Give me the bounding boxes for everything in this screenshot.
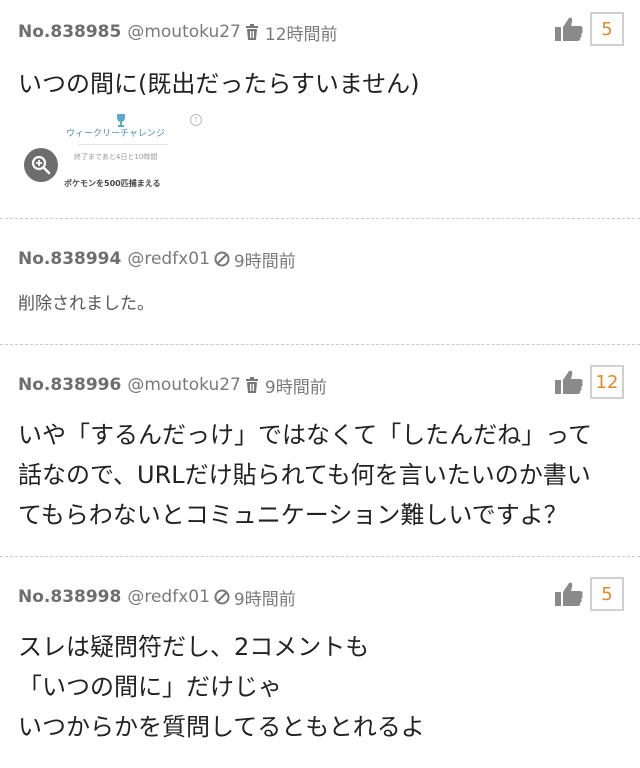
- like-control[interactable]: 5: [554, 12, 624, 46]
- text-line: スレは疑問符だし、2コメントも: [18, 633, 370, 661]
- post-number[interactable]: No.838998: [18, 587, 121, 607]
- image-divider: [78, 144, 168, 145]
- text-line: 話なので、URLだけ貼られても何を言いたいのか書い: [18, 461, 591, 489]
- post-number[interactable]: No.838985: [18, 22, 121, 42]
- thumbs-up-icon[interactable]: [554, 367, 584, 397]
- image-subtitle: 終了まであと4日と10時間: [74, 153, 158, 161]
- post-text: スレは疑問符だし、2コメントも 「いつの間に」だけじゃ いつからかを質問してると…: [18, 627, 622, 747]
- post-meta: No.838996 @moutoku27 9時間前: [18, 371, 622, 399]
- comment-post: No.838985 @moutoku27 12時間前 5 いつの間に(既出だった…: [0, 0, 640, 219]
- no-entry-icon: [214, 251, 230, 267]
- post-user-id[interactable]: @redfx01: [127, 249, 210, 269]
- text-line: いや「するんだっけ」ではなくて「したんだね」って: [18, 421, 593, 449]
- post-user-id[interactable]: @moutoku27: [127, 375, 241, 395]
- post-time: 12時間前: [264, 24, 338, 45]
- like-count[interactable]: 12: [590, 365, 624, 399]
- image-title: ウィークリーチャレンジ: [66, 129, 165, 139]
- comment-post: No.838994 @redfx01 9時間前 削除されました。: [0, 219, 640, 345]
- post-text: いつの間に(既出だったらすいません): [18, 70, 420, 98]
- post-meta: No.838985 @moutoku27 12時間前: [18, 18, 622, 46]
- post-time: 9時間前: [264, 377, 327, 398]
- trash-icon: [245, 377, 261, 393]
- attached-image[interactable]: ? ウィークリーチャレンジ 終了まであと4日と10時間 ポケモンを500匹捕まえ…: [24, 112, 224, 204]
- zoom-icon[interactable]: [24, 148, 58, 182]
- post-text: 削除されました。: [18, 294, 154, 314]
- post-user-id[interactable]: @moutoku27: [127, 22, 241, 42]
- trash-icon: [245, 24, 261, 40]
- post-text: いや「するんだっけ」ではなくて「したんだね」って 話なので、URLだけ貼られても…: [18, 415, 622, 535]
- text-line: 「いつの間に」だけじゃ: [18, 673, 282, 701]
- post-meta: No.838998 @redfx01 9時間前: [18, 583, 622, 611]
- post-number[interactable]: No.838996: [18, 375, 121, 395]
- comment-post: No.838998 @redfx01 9時間前 5 スレは疑問符だし、2コメント…: [0, 557, 640, 768]
- thumbs-up-icon[interactable]: [554, 14, 584, 44]
- post-time: 9時間前: [233, 251, 296, 272]
- post-time: 9時間前: [233, 589, 296, 610]
- like-control[interactable]: 5: [554, 577, 624, 611]
- like-control[interactable]: 12: [554, 365, 624, 399]
- post-number[interactable]: No.838994: [18, 249, 121, 269]
- thumbs-up-icon[interactable]: [554, 579, 584, 609]
- post-user-id[interactable]: @redfx01: [127, 587, 210, 607]
- no-entry-icon: [214, 589, 230, 605]
- text-line: てもらわないとコミュニケーション難しいですよ？: [18, 501, 568, 529]
- text-line: いつからかを質問してるともとれるよ: [18, 713, 425, 741]
- like-count[interactable]: 5: [590, 577, 624, 611]
- help-icon: ?: [190, 114, 202, 126]
- image-caption: ポケモンを500匹捕まえる: [64, 179, 161, 188]
- like-count[interactable]: 5: [590, 12, 624, 46]
- comment-post: No.838996 @moutoku27 9時間前 12 いや「するんだっけ」で…: [0, 345, 640, 557]
- post-meta: No.838994 @redfx01 9時間前: [18, 245, 622, 273]
